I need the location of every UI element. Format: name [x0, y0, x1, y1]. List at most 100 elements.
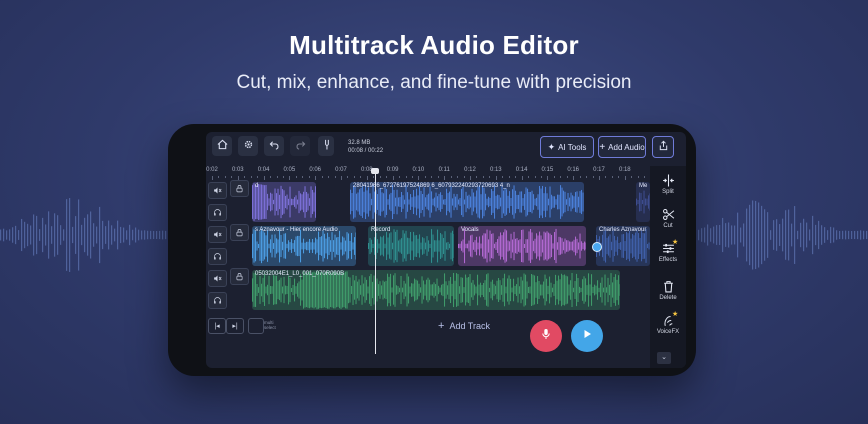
clip-name: Record [371, 227, 391, 233]
audio-clip[interactable]: 05032004E1_L0_001_070R090B [252, 270, 620, 310]
timeline-ruler[interactable]: 0:02 0:03 0:04 0:05 0:06 0:07 0:08 0:09 0:10 0:11… [206, 166, 652, 180]
audio-clip[interactable]: Vocals [458, 226, 586, 266]
delete-tool[interactable]: Delete [650, 280, 686, 301]
ruler-label: 0:03 [231, 167, 244, 173]
ruler-tick [547, 176, 549, 180]
ruler-tick [540, 176, 542, 178]
add-audio-button[interactable]: + Add Audio [598, 136, 646, 158]
audio-clip[interactable]: Charles Aznavour [596, 226, 650, 266]
promo-subhead: Cut, mix, enhance, and fine-tune with pr… [236, 72, 632, 93]
undo-button[interactable] [264, 136, 284, 156]
ruler-label: 0:12 [464, 167, 476, 173]
clip-name: Vocals [461, 227, 479, 233]
audio-clip[interactable]: 28041966_67276197524869 6_60793224029372… [350, 182, 584, 222]
ruler-tick [379, 176, 381, 178]
lock-button[interactable] [230, 224, 249, 241]
home-button[interactable] [212, 136, 232, 156]
share-icon [658, 138, 669, 156]
ruler-tick [592, 176, 594, 178]
ruler-tick [637, 176, 639, 178]
ruler-label: 0:07 [335, 167, 347, 173]
mute-button[interactable] [208, 270, 227, 287]
add-track-button[interactable]: + Add Track [438, 320, 490, 332]
mute-button[interactable] [208, 182, 227, 199]
solo-button[interactable] [208, 204, 227, 221]
solo-button[interactable] [208, 292, 227, 309]
trash-icon [650, 280, 686, 293]
lock-button[interactable] [230, 180, 249, 197]
headphones-icon [213, 204, 222, 222]
record-button[interactable] [530, 320, 562, 352]
ruler-tick [470, 176, 471, 180]
ruler-tick [437, 176, 439, 178]
gear-icon [243, 139, 254, 153]
effects-tool[interactable]: Effects ★ [650, 239, 686, 263]
lock-icon [235, 268, 244, 286]
playhead[interactable] [375, 172, 376, 354]
ruler-tick [276, 176, 278, 178]
ruler-tick [347, 176, 349, 178]
cut-tool[interactable]: Cut [650, 208, 686, 229]
clip-trim-handle[interactable] [592, 242, 602, 252]
settings-button[interactable] [238, 136, 258, 156]
solo-button[interactable] [208, 248, 227, 265]
ruler-tick [270, 176, 272, 178]
chevron-down-icon[interactable]: ⌄ [657, 352, 671, 364]
tuning-button[interactable] [318, 136, 334, 156]
voicefx-label: VoiceFX [656, 329, 680, 335]
skip-end-button[interactable]: ▸| [226, 318, 244, 334]
ruler-tick [502, 176, 504, 178]
ruler-tick [212, 176, 213, 180]
ruler-tick [295, 176, 297, 178]
audio-clip[interactable]: Record [368, 226, 454, 266]
ruler-tick [599, 176, 600, 180]
clip-name: Me [639, 183, 648, 189]
ruler-tick [624, 176, 626, 180]
skip-end-icon: ▸| [232, 323, 238, 330]
ruler-tick [631, 176, 633, 178]
tool-panel: Split Cut Effects ★ Delete VoiceFX ★ ⌄ [650, 166, 686, 368]
ruler-tick [405, 176, 407, 178]
clip-name: 05032004E1_L0_001_070R090B [255, 271, 345, 277]
home-icon [217, 139, 228, 153]
redo-button[interactable] [290, 136, 310, 156]
ruler-tick [411, 176, 413, 178]
lock-button[interactable] [230, 268, 249, 285]
split-tool[interactable]: Split [650, 174, 686, 195]
app-screen: 32.8 MB 00:08 / 00:22 ✦ AI Tools + Add A… [206, 132, 686, 368]
file-info: 32.8 MB 00:08 / 00:22 [348, 139, 383, 155]
ruler-tick [360, 176, 362, 178]
ruler-tick [302, 176, 304, 178]
undo-icon [269, 139, 280, 153]
clip-name: Charles Aznavour [599, 227, 647, 233]
share-button[interactable] [652, 136, 674, 158]
ruler-tick [224, 176, 226, 178]
plus-icon: + [438, 320, 445, 332]
ruler-tick [399, 176, 401, 178]
audio-clip[interactable]: d [252, 182, 316, 222]
ruler-tick [341, 176, 342, 180]
lock-icon [235, 224, 244, 242]
ruler-tick [386, 176, 388, 178]
ruler-tick [424, 176, 426, 178]
delete-label: Delete [659, 295, 677, 301]
mute-button[interactable] [208, 226, 227, 243]
ruler-tick [528, 176, 530, 178]
file-size: 32.8 MB [348, 140, 371, 146]
voicefx-tool[interactable]: VoiceFX ★ [650, 311, 686, 335]
ruler-label: 0:09 [386, 167, 399, 173]
skip-start-button[interactable]: |◂ [208, 318, 226, 334]
background-waveform-left [0, 198, 170, 272]
ruler-label: 0:15 [541, 167, 554, 173]
multi-select-checkbox[interactable] [248, 318, 264, 334]
plus-icon: + [599, 141, 606, 153]
scissors-icon [650, 208, 686, 221]
ruler-tick [218, 176, 220, 178]
ai-tools-button[interactable]: ✦ AI Tools [540, 136, 594, 158]
ruler-label: 0:16 [567, 167, 580, 173]
ruler-tick [263, 176, 265, 180]
ruler-tick [482, 176, 484, 178]
audio-clip[interactable]: Me [636, 182, 650, 222]
audio-clip[interactable]: s Aznavour - Hier encore Audio [252, 226, 356, 266]
play-button[interactable] [571, 320, 603, 352]
